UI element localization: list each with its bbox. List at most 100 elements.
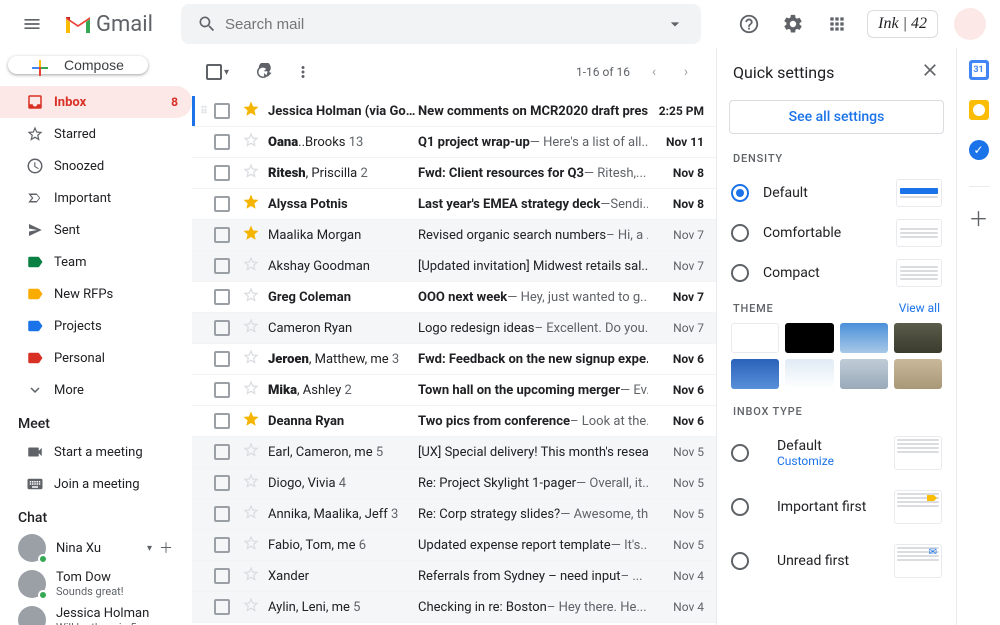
mail-checkbox[interactable] [214, 320, 230, 336]
theme-thumbnail[interactable] [785, 359, 833, 389]
mail-checkbox[interactable] [214, 537, 230, 553]
sidebar-item-team[interactable]: Team [0, 246, 192, 278]
compose-button[interactable]: Compose [8, 56, 148, 74]
radio-button[interactable] [731, 184, 749, 202]
gmail-logo[interactable]: Gmail [56, 12, 161, 37]
mail-row[interactable]: Annika, Maalika, Jeff 3Re: Corp strategy… [192, 499, 716, 530]
mail-checkbox[interactable] [214, 289, 230, 305]
mail-row[interactable]: Earl, Cameron, me 5[UX] Special delivery… [192, 437, 716, 468]
mail-row[interactable]: Akshay Goodman[Updated invitation] Midwe… [192, 251, 716, 282]
mail-row[interactable]: ⠿Jessica Holman (via Goog...New comments… [192, 96, 716, 127]
sidebar-item-personal[interactable]: Personal [0, 342, 192, 374]
search-options-icon[interactable] [657, 14, 693, 34]
sidebar-item-sent[interactable]: Sent [0, 214, 192, 246]
density-option[interactable]: Default [717, 173, 956, 213]
calendar-app-icon[interactable]: 31 [969, 60, 989, 80]
star-button[interactable] [242, 100, 262, 122]
theme-thumbnail[interactable] [731, 323, 779, 353]
star-button[interactable] [242, 162, 262, 184]
mail-row[interactable]: Alyssa PotnisLast year's EMEA strategy d… [192, 189, 716, 220]
chat-item[interactable]: Jessica HolmanWill be there in 5 [0, 602, 192, 625]
inbox-type-option[interactable]: DefaultCustomize [717, 426, 956, 480]
mail-checkbox[interactable] [214, 103, 230, 119]
meet-item[interactable]: Start a meeting [0, 436, 192, 468]
star-button[interactable] [242, 472, 262, 494]
star-button[interactable] [242, 379, 262, 401]
mail-checkbox[interactable] [214, 351, 230, 367]
theme-thumbnail[interactable] [894, 359, 942, 389]
theme-thumbnail[interactable] [731, 359, 779, 389]
star-button[interactable] [242, 503, 262, 525]
star-button[interactable] [242, 565, 262, 587]
star-button[interactable] [242, 286, 262, 308]
star-button[interactable] [242, 224, 262, 246]
theme-thumbnail[interactable] [840, 359, 888, 389]
inbox-type-option[interactable]: Important first [717, 480, 956, 534]
radio-button[interactable] [731, 552, 749, 570]
mail-row[interactable]: Ritesh, Priscilla 2Fwd: Client resources… [192, 158, 716, 189]
radio-button[interactable] [731, 264, 749, 282]
search-icon[interactable] [189, 14, 225, 34]
chat-item[interactable]: Tom DowSounds great! [0, 566, 192, 602]
settings-button[interactable] [773, 4, 813, 44]
mail-row[interactable]: XanderReferrals from Sydney – need input… [192, 561, 716, 592]
keep-app-icon[interactable] [969, 100, 989, 120]
sidebar-item-projects[interactable]: Projects [0, 310, 192, 342]
apps-button[interactable] [817, 4, 857, 44]
more-button[interactable] [283, 52, 323, 92]
mail-row[interactable]: Deanna RyanTwo pics from conference – Lo… [192, 406, 716, 437]
mail-checkbox[interactable] [214, 382, 230, 398]
chat-self[interactable]: Nina Xu ▾ ＋ [0, 530, 192, 566]
star-button[interactable] [242, 534, 262, 556]
mail-checkbox[interactable] [214, 444, 230, 460]
view-all-themes-link[interactable]: View all [899, 301, 940, 315]
theme-thumbnail[interactable] [785, 323, 833, 353]
inbox-type-option[interactable]: Unread first [717, 534, 956, 588]
next-page-button[interactable]: › [670, 56, 702, 88]
search-input[interactable] [225, 16, 657, 33]
theme-thumbnail[interactable] [894, 323, 942, 353]
search-bar[interactable] [181, 4, 701, 44]
workspace-badge[interactable]: Ink | 42 [867, 10, 938, 38]
mail-checkbox[interactable] [214, 134, 230, 150]
select-all-checkbox[interactable]: ▾ [206, 64, 229, 80]
star-button[interactable] [242, 131, 262, 153]
star-button[interactable] [242, 255, 262, 277]
inbox-type-customize-link[interactable]: Customize [777, 454, 894, 468]
star-button[interactable] [242, 348, 262, 370]
density-option[interactable]: Compact [717, 253, 956, 293]
add-chat-button[interactable]: ＋ [152, 534, 180, 562]
star-button[interactable] [242, 410, 262, 432]
account-avatar[interactable] [954, 8, 986, 40]
meet-item[interactable]: Join a meeting [0, 468, 192, 500]
drag-handle-icon[interactable]: ⠿ [198, 106, 208, 117]
radio-button[interactable] [731, 498, 749, 516]
mail-checkbox[interactable] [214, 506, 230, 522]
menu-button[interactable] [8, 0, 56, 48]
mail-checkbox[interactable] [214, 196, 230, 212]
sidebar-item-inbox[interactable]: Inbox8 [0, 86, 192, 118]
mail-row[interactable]: Diogo, Vivia 4Re: Project Skylight 1-pag… [192, 468, 716, 499]
mail-row[interactable]: Greg ColemanOOO next week — Hey, just wa… [192, 282, 716, 313]
star-button[interactable] [242, 317, 262, 339]
star-button[interactable] [242, 193, 262, 215]
theme-thumbnail[interactable] [840, 323, 888, 353]
mail-row[interactable]: Jeroen, Matthew, me 3Fwd: Feedback on th… [192, 344, 716, 375]
mail-checkbox[interactable] [214, 258, 230, 274]
chevron-down-icon[interactable]: ▾ [224, 67, 229, 78]
close-button[interactable] [920, 60, 940, 84]
tasks-app-icon[interactable]: ✓ [969, 140, 989, 160]
see-all-settings-button[interactable]: See all settings [729, 100, 944, 134]
mail-row[interactable]: Oana..Brooks 13Q1 project wrap-up — Here… [192, 127, 716, 158]
sidebar-item-starred[interactable]: Starred [0, 118, 192, 150]
mail-checkbox[interactable] [214, 165, 230, 181]
radio-button[interactable] [731, 444, 749, 462]
sidebar-item-snoozed[interactable]: Snoozed [0, 150, 192, 182]
density-option[interactable]: Comfortable [717, 213, 956, 253]
mail-row[interactable]: Fabio, Tom, me 6Updated expense report t… [192, 530, 716, 561]
mail-row[interactable]: Mika, Ashley 2Town hall on the upcoming … [192, 375, 716, 406]
help-button[interactable] [729, 4, 769, 44]
mail-checkbox[interactable] [214, 599, 230, 615]
refresh-button[interactable] [243, 52, 283, 92]
mail-checkbox[interactable] [214, 568, 230, 584]
